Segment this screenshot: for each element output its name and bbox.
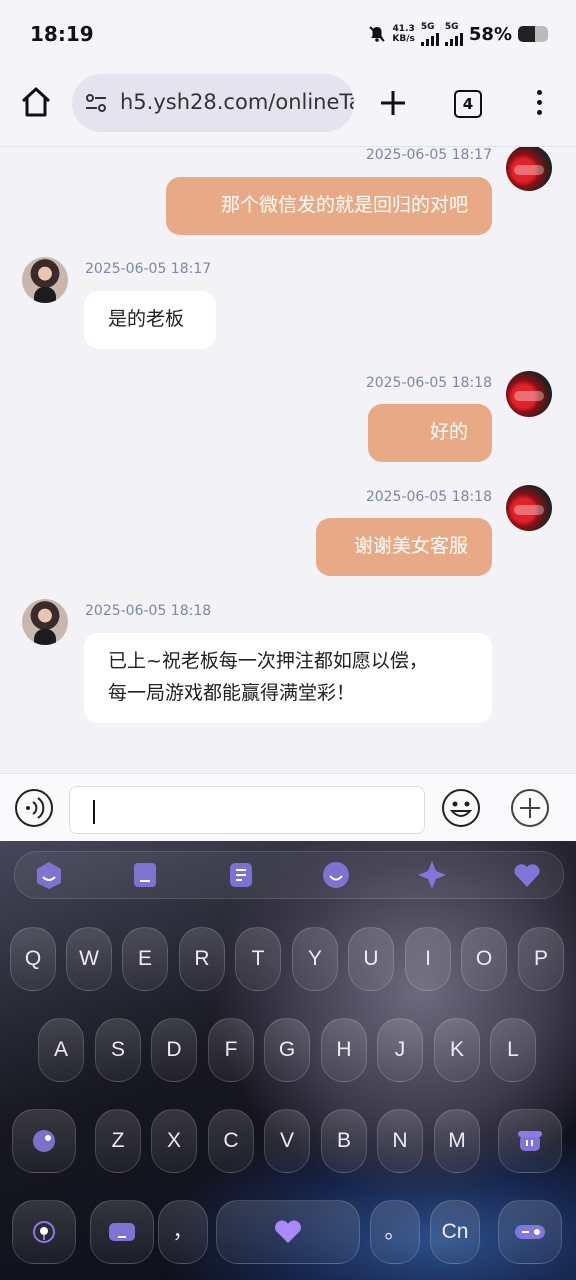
- toolbar-text-icon[interactable]: [225, 859, 257, 891]
- key-x[interactable]: X: [151, 1109, 197, 1173]
- mute-icon: [369, 26, 386, 42]
- message-bubble: 好的: [368, 404, 492, 462]
- text-caret: [93, 800, 95, 824]
- message-bubble: 已上~祝老板每一次押注都如愿以偿， 每一局游戏都能赢得满堂彩！: [84, 633, 492, 723]
- key-j[interactable]: J: [377, 1018, 423, 1082]
- net-speed: 41.3 KB/s: [392, 24, 415, 44]
- key-m[interactable]: M: [434, 1109, 480, 1173]
- battery-percent: 58%: [468, 23, 512, 45]
- toolbar-sparkle-icon[interactable]: [416, 859, 448, 891]
- message-input[interactable]: [69, 786, 425, 834]
- battery-icon: [518, 26, 548, 42]
- key-h[interactable]: H: [321, 1018, 367, 1082]
- sim1-signal: 5G: [420, 22, 439, 46]
- toolbar-app-icon[interactable]: [33, 859, 65, 891]
- key-e[interactable]: E: [122, 927, 168, 991]
- message-timestamp: 2025-06-05 18:18: [365, 375, 492, 391]
- key-i[interactable]: I: [405, 927, 451, 991]
- microphone-icon: [33, 1221, 55, 1244]
- browser-toolbar: h5.ysh28.com/onlineTa 4: [0, 70, 576, 147]
- status-time: 18:19: [30, 22, 94, 46]
- key-c[interactable]: C: [208, 1109, 254, 1173]
- backspace-key[interactable]: [498, 1109, 562, 1173]
- address-bar[interactable]: h5.ysh28.com/onlineTa: [72, 74, 354, 132]
- battery-fill: [518, 26, 536, 42]
- key-d[interactable]: D: [151, 1018, 197, 1082]
- space-key[interactable]: [216, 1200, 360, 1264]
- key-f[interactable]: F: [208, 1018, 254, 1082]
- period-key[interactable]: 。: [370, 1200, 420, 1264]
- key-l[interactable]: L: [490, 1018, 536, 1082]
- shift-icon: [33, 1130, 55, 1153]
- message-timestamp: 2025-06-05 18:17: [85, 261, 212, 277]
- site-settings-icon[interactable]: [84, 91, 108, 115]
- message-line: 已上~祝老板每一次押注都如愿以偿，: [108, 650, 428, 672]
- new-tab-icon[interactable]: [378, 88, 408, 118]
- key-b[interactable]: B: [321, 1109, 367, 1173]
- status-icons: 41.3 KB/s 5G 5G 58%: [368, 22, 548, 46]
- key-u[interactable]: U: [348, 927, 394, 991]
- message-composer: [0, 773, 576, 842]
- signal-icon: [444, 32, 463, 46]
- keyboard: Q W E R T Y U I O P A S D F G H J K L Z …: [0, 841, 576, 1280]
- key-q[interactable]: Q: [10, 927, 56, 991]
- toolbar-favorite-icon[interactable]: [511, 859, 543, 891]
- key-n[interactable]: N: [377, 1109, 423, 1173]
- tab-switcher-button[interactable]: 4: [454, 90, 482, 118]
- message-bubble: 是的老板: [84, 291, 216, 349]
- message-bubble: 谢谢美女客服: [316, 518, 492, 576]
- key-s[interactable]: S: [95, 1018, 141, 1082]
- home-icon[interactable]: [18, 84, 54, 120]
- language-key[interactable]: Cn: [430, 1200, 480, 1264]
- key-k[interactable]: K: [434, 1018, 480, 1082]
- keyboard-toolbar: [14, 851, 564, 899]
- toolbar-clipboard-icon[interactable]: [129, 859, 161, 891]
- chat-area[interactable]: 2025-06-05 18:17 那个微信发的就是回归的对吧 2025-06-0…: [0, 147, 576, 773]
- avatar: [22, 599, 68, 645]
- add-attachment-icon[interactable]: [510, 788, 550, 828]
- heart-icon: [275, 1221, 301, 1244]
- key-v[interactable]: V: [264, 1109, 310, 1173]
- backspace-icon: [518, 1131, 542, 1152]
- enter-key[interactable]: [498, 1200, 562, 1264]
- status-bar: 18:19 41.3 KB/s 5G 5G 58%: [0, 0, 576, 70]
- comma-key[interactable]: ，: [158, 1200, 208, 1264]
- emoji-icon[interactable]: [441, 788, 481, 828]
- key-p[interactable]: P: [518, 927, 564, 991]
- message-line: 每一局游戏都能赢得满堂彩！: [108, 682, 356, 704]
- keyboard-settings-icon: [109, 1223, 135, 1242]
- shift-key[interactable]: [12, 1109, 76, 1173]
- message-timestamp: 2025-06-05 18:18: [85, 603, 212, 619]
- key-w[interactable]: W: [66, 927, 112, 991]
- message-timestamp: 2025-06-05 18:17: [365, 147, 492, 163]
- key-t[interactable]: T: [235, 927, 281, 991]
- toolbar-theme-icon[interactable]: [320, 859, 352, 891]
- key-z[interactable]: Z: [95, 1109, 141, 1173]
- clipboard-key[interactable]: [90, 1200, 154, 1264]
- key-o[interactable]: O: [461, 927, 507, 991]
- avatar: [506, 147, 552, 191]
- enter-icon: [515, 1225, 545, 1240]
- key-g[interactable]: G: [264, 1018, 310, 1082]
- message-bubble: 那个微信发的就是回归的对吧: [166, 177, 492, 235]
- key-y[interactable]: Y: [292, 927, 338, 991]
- avatar: [506, 485, 552, 531]
- voice-input-icon[interactable]: [14, 788, 54, 828]
- key-r[interactable]: R: [179, 927, 225, 991]
- signal-icon: [420, 32, 439, 46]
- avatar: [22, 257, 68, 303]
- voice-key[interactable]: [12, 1200, 76, 1264]
- url-text: h5.ysh28.com/onlineTa: [120, 90, 354, 114]
- key-a[interactable]: A: [38, 1018, 84, 1082]
- more-menu-icon[interactable]: [534, 90, 544, 118]
- message-timestamp: 2025-06-05 18:18: [365, 489, 492, 505]
- avatar: [506, 371, 552, 417]
- sim2-signal: 5G: [444, 22, 463, 46]
